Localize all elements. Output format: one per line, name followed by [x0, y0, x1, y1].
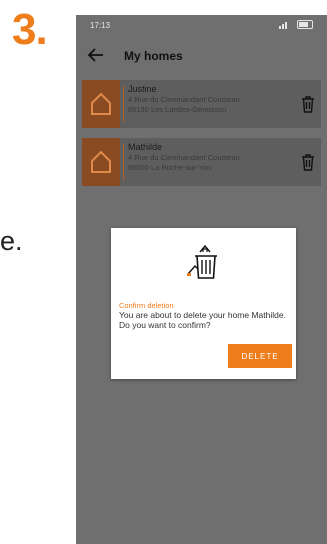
home-address-line2: 85130 Les Landes-Genusson: [128, 104, 227, 114]
confirm-delete-dialog: Confirm deletion You are about to delete…: [111, 228, 296, 379]
signal-icon: [279, 21, 287, 29]
dialog-title: Confirm deletion: [119, 301, 174, 310]
page-title: My homes: [124, 49, 183, 63]
home-address-line1: 4 Rue du Commandant Cousteau: [128, 95, 240, 104]
home-address-line1: 4 Rue du Commandant Cousteau: [128, 153, 240, 162]
status-time: 17:13: [90, 21, 111, 30]
house-icon: [91, 92, 111, 115]
battery-icon: [297, 20, 313, 29]
step-number: 3.: [12, 5, 48, 54]
delete-button[interactable]: DELETE: [228, 344, 292, 368]
dialog-message: You are about to delete your home Mathil…: [119, 310, 286, 330]
card-divider: [123, 86, 124, 122]
home-card-mathilde[interactable]: Mathilde 4 Rue du Commandant Cousteau 85…: [82, 138, 321, 186]
delete-home-illustration-icon: [186, 240, 222, 291]
trash-icon[interactable]: [295, 80, 321, 128]
home-thumbnail: [82, 138, 120, 186]
trash-icon[interactable]: [295, 138, 321, 186]
home-name: Mathilde: [128, 142, 163, 152]
app-bar: My homes: [76, 39, 327, 71]
home-thumbnail: [82, 80, 120, 128]
status-icons: [279, 20, 313, 29]
side-text-fragment: e.: [0, 226, 23, 256]
house-icon: [91, 150, 111, 173]
phone-screen: 17:13 My homes Justine 4 Rue du Commanda…: [76, 15, 327, 544]
card-divider: [123, 144, 124, 180]
status-bar: 17:13: [76, 15, 327, 35]
home-info: Mathilde 4 Rue du Commandant Cousteau 85…: [128, 138, 295, 186]
home-name: Justine: [128, 84, 157, 94]
home-address-line2: 85000 La Roche-sur-Yon: [128, 162, 212, 172]
home-info: Justine 4 Rue du Commandant Cousteau 851…: [128, 80, 295, 128]
back-arrow-icon[interactable]: [86, 45, 106, 65]
home-card-justine[interactable]: Justine 4 Rue du Commandant Cousteau 851…: [82, 80, 321, 128]
